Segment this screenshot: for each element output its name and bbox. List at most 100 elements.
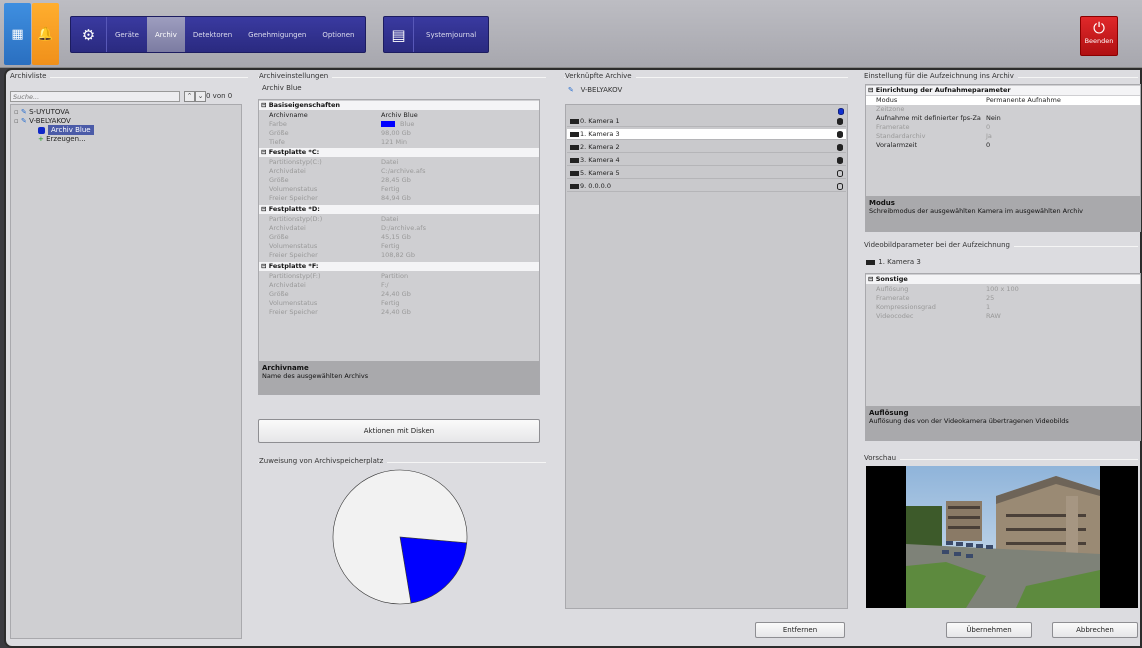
gears-icon: ⚙ xyxy=(71,17,107,52)
recording-settings-title: Einstellung für die Aufzeichnung ins Arc… xyxy=(864,72,1018,80)
archive-property-grid: ⊟ Basiseigenschaften Archivname Archiv Bl… xyxy=(258,99,540,395)
layouts-button[interactable]: ▦ xyxy=(4,3,31,65)
prop-row[interactable]: Standardarchiv Ja xyxy=(866,132,1140,141)
prop-row[interactable]: Auflösung 100 x 100 xyxy=(866,285,1140,294)
prop-row[interactable]: Freier Speicher 24,40 Gb xyxy=(259,308,539,317)
prop-row[interactable]: Kompressionsgrad 1 xyxy=(866,303,1140,312)
description-title: Auflösung xyxy=(869,409,909,417)
server-icon: ✎ xyxy=(568,86,574,94)
tab-detectors[interactable]: Detektoren xyxy=(185,17,240,52)
exit-button[interactable]: ⏻ Beenden xyxy=(1080,16,1118,56)
category-disk-f[interactable]: ⊟ Festplatte *F: xyxy=(259,262,539,271)
prop-row[interactable]: Voralarmzeit 0 xyxy=(866,141,1140,150)
prop-row[interactable]: Größe 24,40 Gb xyxy=(259,290,539,299)
separator xyxy=(864,459,1138,460)
tree-item-create[interactable]: + Erzeugen... xyxy=(38,134,86,144)
prop-row[interactable]: Modus Permanente Aufnahme xyxy=(866,96,1140,105)
prop-row[interactable]: Größe 98,00 Gb xyxy=(259,129,539,138)
category-disk-c[interactable]: ⊟ Festplatte *C: xyxy=(259,148,539,157)
category-recording[interactable]: ⊟ Einrichtung der Aufnahmeparameter xyxy=(866,86,1140,95)
camera-icon xyxy=(570,131,579,137)
prop-row[interactable]: Größe 45,15 Gb xyxy=(259,233,539,242)
prop-row[interactable]: Archivdatei F:/ xyxy=(259,281,539,290)
allocation-pie-chart xyxy=(332,469,468,605)
prop-row[interactable]: Framerate 25 xyxy=(866,294,1140,303)
disk-actions-button[interactable]: Aktionen mit Disken xyxy=(258,419,540,443)
category-disk-d[interactable]: ⊟ Festplatte *D: xyxy=(259,205,539,214)
database-icon xyxy=(837,170,843,177)
chevron-up-icon[interactable]: ⌃ xyxy=(184,91,195,102)
preview-title: Vorschau xyxy=(864,454,901,462)
allocation-title: Zuweisung von Archivspeicherplatz xyxy=(259,457,388,465)
description-text: Name des ausgewählten Archivs xyxy=(262,372,369,380)
camera-preview-image xyxy=(906,466,1100,608)
prop-row[interactable]: Videocodec RAW xyxy=(866,312,1140,321)
tree-expander[interactable]: ▫ xyxy=(14,108,19,116)
camera-row[interactable]: 2. Kamera 2 xyxy=(567,142,846,153)
notifications-button[interactable]: 🔔 xyxy=(32,3,59,65)
tab-system-journal[interactable]: Systemjournal xyxy=(414,17,484,52)
camera-icon xyxy=(866,259,875,265)
recording-description: Modus Schreibmodus der ausgewählten Kame… xyxy=(866,196,1140,231)
collapse-icon: ⊟ xyxy=(261,101,269,109)
prop-row[interactable]: Freier Speicher 108,82 Gb xyxy=(259,251,539,260)
camera-row[interactable]: 9. 0.0.0.0 xyxy=(567,181,846,192)
description-text: Auflösung des von der Videokamera übertr… xyxy=(869,417,1069,425)
video-params-title: Videobildparameter bei der Aufzeichnung xyxy=(864,241,1014,249)
prop-row[interactable]: Zeitzone xyxy=(866,105,1140,114)
cancel-button[interactable]: Abbrechen xyxy=(1052,622,1138,638)
pie-slice xyxy=(399,536,468,604)
camera-row[interactable]: 5. Kamera 5 xyxy=(567,168,846,179)
prop-row[interactable]: Framerate 0 xyxy=(866,123,1140,132)
prop-row[interactable]: Partitionstyp(F:) Partition xyxy=(259,272,539,281)
prop-row[interactable]: Partitionstyp(D:) Datei xyxy=(259,215,539,224)
prop-row[interactable]: Aufnahme mit definierter fps-Za Nein xyxy=(866,114,1140,123)
camera-row[interactable]: 0. Kamera 1 xyxy=(567,116,846,127)
exit-label: Beenden xyxy=(1084,37,1114,45)
prop-row[interactable]: Archivname Archiv Blue xyxy=(259,111,539,120)
prop-row[interactable]: Freier Speicher 84,94 Gb xyxy=(259,194,539,203)
chevron-down-icon[interactable]: ⌄ xyxy=(195,91,206,102)
camera-row[interactable]: 1. Kamera 3 xyxy=(567,129,846,140)
camera-icon xyxy=(570,118,579,124)
prop-row[interactable]: Volumenstatus Fertig xyxy=(259,299,539,308)
collapse-icon: ⊟ xyxy=(261,148,269,156)
category-base[interactable]: ⊟ Basiseigenschaften xyxy=(259,101,539,110)
prop-row[interactable]: Archivdatei C:/archive.afs xyxy=(259,167,539,176)
top-toolbar: ▦ 🔔 ⚙ Geräte Archiv Detektoren Genehmigu… xyxy=(0,0,1142,68)
property-description: Archivname Name des ausgewählten Archivs xyxy=(259,361,539,394)
video-description: Auflösung Auflösung des von der Videokam… xyxy=(866,406,1140,440)
tab-devices[interactable]: Geräte xyxy=(107,17,147,52)
prop-row[interactable]: Archivdatei D:/archive.afs xyxy=(259,224,539,233)
camera-icon xyxy=(570,144,579,150)
prop-row[interactable]: Tiefe 121 Min xyxy=(259,138,539,147)
remove-button[interactable]: Entfernen xyxy=(755,622,845,638)
tree-expander[interactable]: ▫ xyxy=(14,117,19,125)
collapse-icon: ⊟ xyxy=(868,275,876,283)
tab-options[interactable]: Optionen xyxy=(314,17,362,52)
database-icon xyxy=(837,131,843,138)
camera-icon xyxy=(570,183,579,189)
grid-icon: ▦ xyxy=(11,27,24,42)
apply-button[interactable]: Übernehmen xyxy=(946,622,1032,638)
prop-row[interactable]: Volumenstatus Fertig xyxy=(259,185,539,194)
plus-icon: + xyxy=(38,135,44,143)
tab-permissions[interactable]: Genehmigungen xyxy=(240,17,314,52)
search-input[interactable] xyxy=(10,91,180,102)
linked-cameras-list: 0. Kamera 1 1. Kamera 3 2. Kamera 2 3. K… xyxy=(565,104,848,609)
camera-row[interactable]: 3. Kamera 4 xyxy=(567,155,846,166)
prop-row[interactable]: Größe 28,45 Gb xyxy=(259,176,539,185)
archive-tree xyxy=(10,104,242,639)
database-icon xyxy=(837,183,843,190)
prop-row[interactable]: Volumenstatus Fertig xyxy=(259,242,539,251)
prop-row[interactable]: Partitionstyp(C:) Datei xyxy=(259,158,539,167)
journal-menu: ▤ Systemjournal xyxy=(383,16,489,53)
prop-row[interactable]: Farbe Blue xyxy=(259,120,539,129)
description-title: Archivname xyxy=(262,364,309,372)
tab-archive[interactable]: Archiv xyxy=(146,17,185,52)
archive-list-title: Archivliste xyxy=(10,72,51,80)
bell-icon: 🔔 xyxy=(37,27,54,42)
category-other[interactable]: ⊟ Sonstige xyxy=(866,275,1140,284)
video-preview xyxy=(866,466,1138,608)
description-title: Modus xyxy=(869,199,895,207)
